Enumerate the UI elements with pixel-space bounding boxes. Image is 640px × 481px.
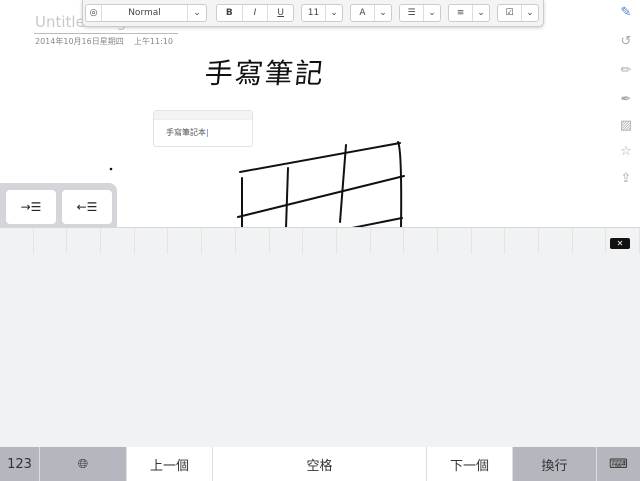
indent-bar: →☰ ←☰ (0, 183, 117, 227)
dismiss-keyboard-key[interactable]: ⌨ (597, 447, 640, 481)
globe-icon: 🌐︎ (77, 456, 89, 472)
increase-indent-button[interactable]: →☰ (6, 190, 56, 224)
keyboard-hide-icon: ⌨ (609, 456, 628, 472)
candidate-bar (0, 228, 640, 254)
decrease-indent-button[interactable]: ←☰ (62, 190, 112, 224)
next-key[interactable]: 下一個 (427, 447, 513, 481)
undo-icon[interactable]: ↺ (618, 34, 634, 50)
image-icon[interactable]: ▨ (618, 118, 634, 134)
signature-pen-icon[interactable]: ✒ (618, 92, 634, 108)
keyboard-bottom-row: 123 🌐︎ 上一個 空格 下一個 換行 ⌨ (0, 447, 640, 481)
space-key[interactable]: 空格 (213, 447, 427, 481)
pencil-icon[interactable]: ✏ (618, 63, 634, 79)
pen-tool-icon[interactable]: ✎ (618, 5, 634, 21)
return-key[interactable]: 換行 (513, 447, 597, 481)
keyboard: ✕ 123 🌐︎ 上一個 空格 下一個 換行 ⌨ (0, 227, 640, 481)
star-icon[interactable]: ☆ (618, 144, 634, 160)
backspace-key[interactable]: ✕ (610, 238, 630, 249)
numbers-key[interactable]: 123 (0, 447, 40, 481)
prev-key[interactable]: 上一個 (127, 447, 213, 481)
share-icon[interactable]: ⇪ (618, 171, 634, 187)
globe-key[interactable]: 🌐︎ (40, 447, 127, 481)
